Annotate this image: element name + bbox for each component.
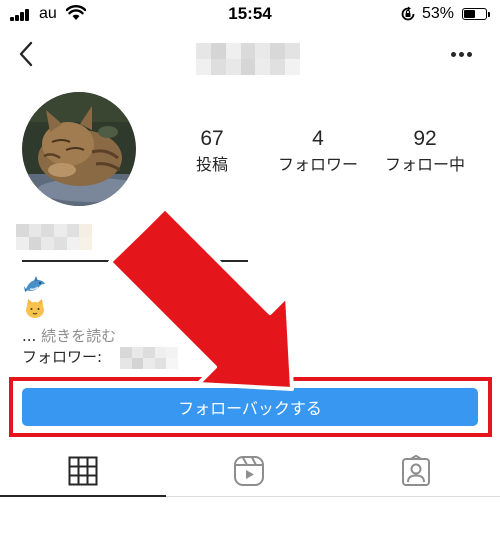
read-more-label: 続きを読む bbox=[41, 327, 117, 345]
status-bar: au 15:54 53% bbox=[0, 0, 500, 30]
battery-percent: 53% bbox=[422, 5, 455, 22]
follow-back-button[interactable]: フォローバックする bbox=[22, 388, 478, 426]
following-count: 92 bbox=[413, 127, 437, 150]
followers-label: フォロワー bbox=[277, 155, 358, 174]
reels-tab[interactable] bbox=[166, 446, 332, 496]
reels-icon bbox=[234, 456, 264, 486]
rotation-lock-icon bbox=[401, 6, 415, 21]
followed-by-line[interactable]: フォロワー: bbox=[22, 346, 102, 367]
followers-stat[interactable]: 4 フォロワー bbox=[268, 126, 368, 176]
tagged-person-icon bbox=[402, 455, 430, 486]
username-pixelated bbox=[196, 43, 300, 75]
following-stat[interactable]: 92 フォロー中 bbox=[375, 126, 475, 176]
cat-face-emoji bbox=[26, 299, 44, 318]
followed-by-label: フォロワー: bbox=[22, 348, 103, 366]
active-tab-indicator bbox=[0, 495, 166, 497]
display-name-pixelated bbox=[16, 224, 92, 250]
posts-stat[interactable]: 67 投稿 bbox=[162, 126, 262, 176]
read-more-link[interactable]: ... 続きを読む bbox=[22, 325, 116, 346]
dolphin-emoji bbox=[24, 276, 45, 292]
more-options-icon[interactable] bbox=[447, 50, 477, 60]
tagged-tab[interactable] bbox=[333, 446, 499, 496]
battery-cap bbox=[488, 12, 490, 17]
instagram-profile-screen: au 15:54 53% 67 投稿 4 フォロワー 92 フォロー中 ... … bbox=[0, 0, 500, 534]
grid-tab[interactable] bbox=[0, 446, 166, 496]
grid-icon bbox=[68, 456, 98, 486]
following-label: フォロー中 bbox=[384, 155, 465, 174]
read-more-ellipsis: ... bbox=[22, 327, 37, 345]
battery-level-fill bbox=[464, 10, 475, 18]
posts-label: 投稿 bbox=[195, 155, 228, 174]
back-chevron-icon[interactable] bbox=[16, 40, 38, 68]
follower-names-pixelated bbox=[120, 347, 178, 369]
bio-divider-line bbox=[22, 260, 248, 262]
avatar[interactable] bbox=[22, 92, 136, 206]
cat-avatar-image bbox=[22, 92, 136, 206]
followers-count: 4 bbox=[312, 127, 324, 150]
tab-bar-divider bbox=[166, 495, 500, 497]
battery-icon bbox=[462, 8, 487, 20]
posts-count: 67 bbox=[200, 127, 224, 150]
